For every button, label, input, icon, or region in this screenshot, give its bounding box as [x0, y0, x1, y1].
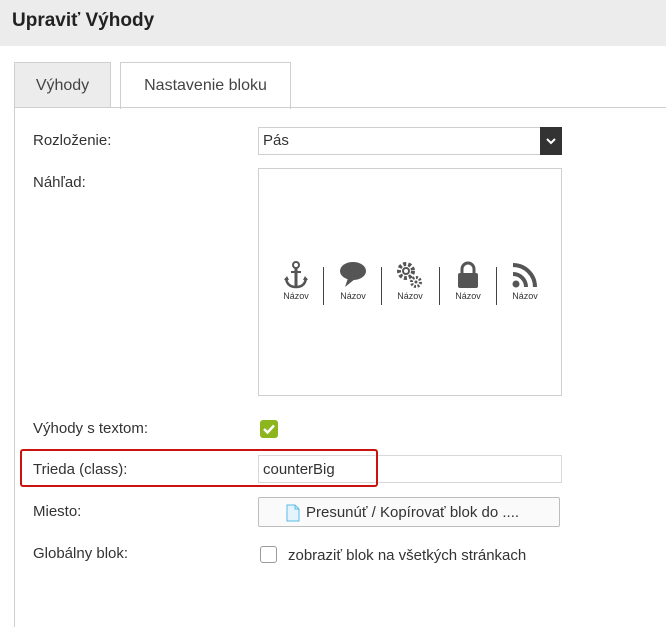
preview-item-caption: Názov: [512, 291, 538, 301]
move-copy-block-button[interactable]: Presunúť / Kopírovať blok do ....: [258, 497, 560, 527]
global-block-checkbox-label[interactable]: zobraziť blok na všetkých stránkach: [288, 547, 526, 564]
move-copy-block-label: Presunúť / Kopírovať blok do ....: [306, 504, 520, 521]
preview-label: Náhľad:: [33, 174, 86, 191]
place-label: Miesto:: [33, 503, 82, 520]
preview-item-caption: Názov: [455, 291, 481, 301]
layout-select-value: Pás: [263, 132, 289, 149]
preview-item: Názov: [273, 261, 319, 301]
preview-item: Názov: [502, 261, 548, 301]
chevron-down-icon[interactable]: [540, 127, 562, 155]
speech-bubble-icon: [340, 262, 366, 287]
highlight-box: [20, 449, 378, 487]
document-icon: [286, 504, 300, 522]
tab-nastavenie-bloku[interactable]: Nastavenie bloku: [120, 62, 291, 109]
checkmark-icon: [263, 424, 275, 434]
preview-divider: [496, 267, 497, 305]
header-bar: Upraviť Výhody: [0, 0, 666, 46]
anchor-icon: [284, 261, 308, 289]
preview-item-caption: Názov: [397, 291, 423, 301]
layout-label: Rozloženie:: [33, 132, 112, 149]
preview-box: Názov Názov Názov Názov Názov: [258, 168, 562, 396]
preview-item-caption: Názov: [340, 291, 366, 301]
global-block-checkbox[interactable]: [260, 546, 277, 563]
tab-vyhody[interactable]: Výhody: [14, 62, 111, 108]
rss-icon: [512, 263, 537, 288]
preview-item: Názov: [330, 261, 376, 301]
page-title: Upraviť Výhody: [12, 10, 155, 31]
layout-select[interactable]: Pás: [258, 127, 562, 155]
with-text-checkbox[interactable]: [260, 420, 278, 438]
preview-item-caption: Názov: [283, 291, 309, 301]
preview-item: Názov: [445, 261, 491, 301]
preview-divider: [439, 267, 440, 305]
with-text-label: Výhody s textom:: [33, 420, 149, 437]
gears-icon: [397, 262, 422, 288]
preview-divider: [381, 267, 382, 305]
global-block-label: Globálny blok:: [33, 545, 129, 562]
lock-icon: [458, 261, 478, 288]
preview-item: Názov: [387, 261, 433, 301]
preview-divider: [323, 267, 324, 305]
